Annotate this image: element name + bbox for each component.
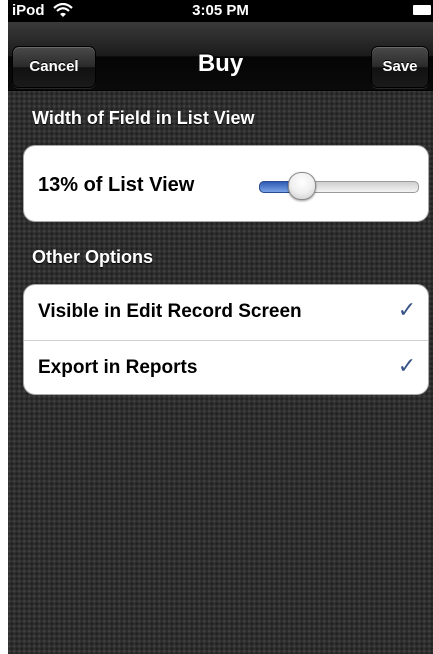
status-bar: iPod 3:05 PM <box>8 0 433 22</box>
section-header-width: Width of Field in List View <box>32 108 255 128</box>
slider-value-label: 13% of List View <box>38 174 195 196</box>
checkmark-icon: ✓ <box>397 353 417 378</box>
save-button[interactable]: Save <box>371 46 429 88</box>
phone-screen: iPod 3:05 PM Cancel Buy Save Width of Fi… <box>8 0 433 654</box>
width-slider-panel: 13% of List View <box>23 145 429 222</box>
option-label: Visible in Edit Record Screen <box>38 301 302 322</box>
width-slider[interactable] <box>259 172 419 200</box>
other-options-panel: Visible in Edit Record Screen ✓ Export i… <box>23 284 429 395</box>
status-time: 3:05 PM <box>192 2 249 19</box>
page-title: Buy <box>197 50 244 77</box>
option-row-visible-in-edit[interactable]: Visible in Edit Record Screen ✓ <box>24 285 428 339</box>
battery-icon <box>413 5 431 15</box>
section-header-other-options: Other Options <box>32 247 153 267</box>
option-label: Export in Reports <box>38 357 198 378</box>
navigation-bar: Cancel Buy Save <box>8 22 433 91</box>
checkmark-icon: ✓ <box>397 297 417 322</box>
option-row-export-in-reports[interactable]: Export in Reports ✓ <box>24 340 428 394</box>
slider-thumb[interactable] <box>288 172 316 200</box>
